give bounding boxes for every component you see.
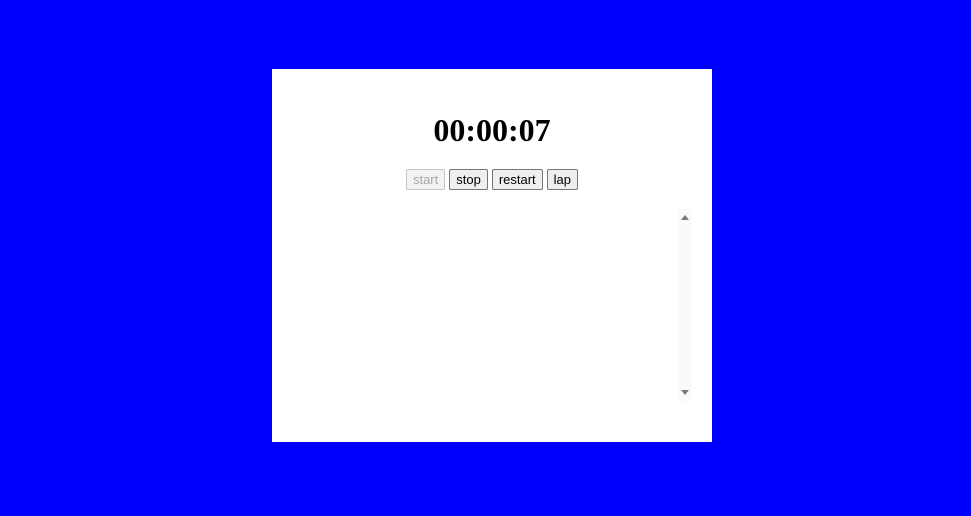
lap-list-scrollbar[interactable] [678, 209, 692, 401]
lap-button[interactable]: lap [546, 169, 579, 190]
start-button[interactable]: start [405, 169, 446, 190]
stop-button[interactable]: stop [449, 169, 488, 190]
scroll-down-arrow-icon[interactable] [681, 390, 689, 395]
restart-button[interactable]: restart [491, 169, 543, 190]
lap-list [292, 209, 672, 401]
timer-display: 00:00:07 [433, 112, 551, 148]
controls-bar: start stop restart lap [272, 169, 712, 190]
scroll-up-arrow-icon[interactable] [681, 215, 689, 220]
stopwatch-panel: 00:00:07 start stop restart lap [272, 69, 712, 442]
